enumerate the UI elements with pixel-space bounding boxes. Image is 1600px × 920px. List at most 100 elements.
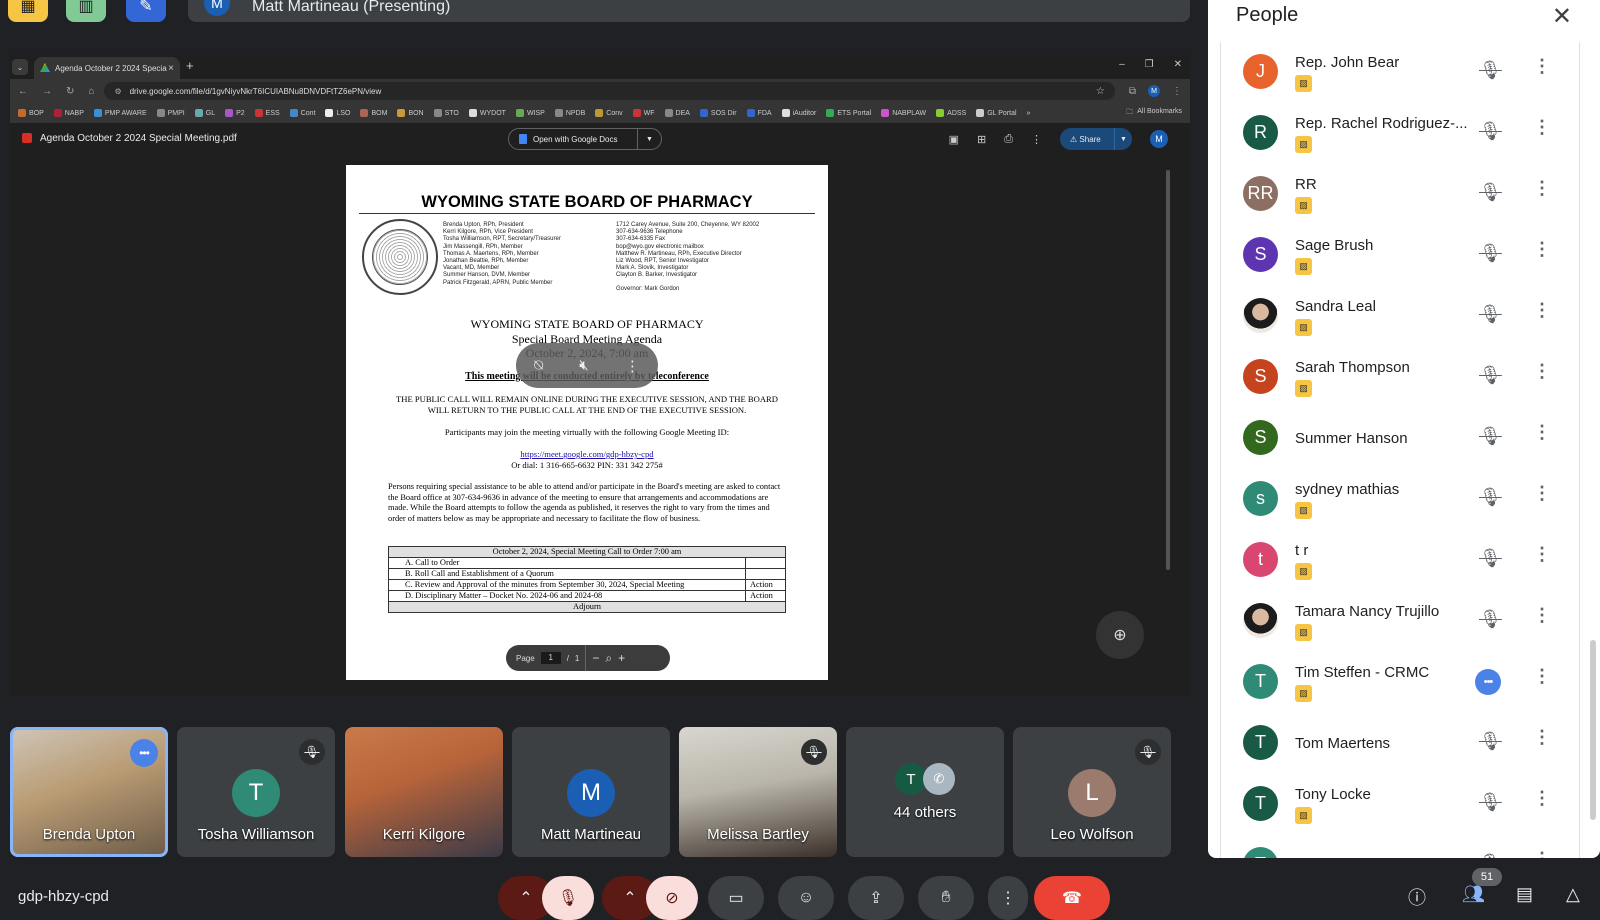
more-options-icon[interactable]: ⋮ xyxy=(625,357,640,375)
leave-call-button[interactable]: ☎ xyxy=(1034,876,1110,920)
bookmark-item[interactable]: Conv xyxy=(595,109,623,117)
bookmarks-overflow-button[interactable]: » xyxy=(1027,110,1031,117)
mic-off-icon[interactable]: 🎙︎ xyxy=(1479,487,1502,508)
bookmark-item[interactable]: iAuditor xyxy=(781,109,816,117)
more-options-button[interactable]: ⋮ xyxy=(988,876,1028,920)
participant-more-button[interactable]: ⋮ xyxy=(1533,666,1551,687)
participant-row[interactable]: Tamara Nancy Trujillo ▨ 🎙︎ ⋮ xyxy=(1221,591,1579,652)
mic-off-icon[interactable]: 🎙︎ xyxy=(1479,60,1502,81)
mic-off-icon[interactable]: 🎙︎ xyxy=(1479,365,1502,386)
bookmark-item[interactable]: BOP xyxy=(18,109,44,117)
page-number-input[interactable]: 1 xyxy=(540,652,561,664)
mic-off-icon[interactable]: 🎙︎ xyxy=(1479,792,1502,813)
mic-off-icon[interactable]: 🎙︎ xyxy=(1479,609,1502,630)
mic-off-icon[interactable]: 🎙︎ xyxy=(1479,731,1502,752)
bookmark-item[interactable]: ESS xyxy=(254,109,280,117)
bookmark-star-icon[interactable]: ☆ xyxy=(1096,86,1105,97)
annotate-app-button[interactable]: ✎ xyxy=(126,0,166,22)
microphone-toggle[interactable]: 🎙︎ xyxy=(542,876,594,920)
zoom-out-button[interactable]: − xyxy=(592,651,599,665)
mic-off-icon[interactable]: 🎙︎ xyxy=(1479,853,1502,858)
zoom-icon[interactable]: ⌕ xyxy=(605,651,612,666)
all-bookmarks-button[interactable]: 🗀 All Bookmarks xyxy=(1126,108,1182,119)
participant-row[interactable]: S Sarah Thompson ▨ 🎙︎ ⋮ xyxy=(1221,347,1579,408)
close-window-icon[interactable]: ✕ xyxy=(1174,59,1182,70)
bookmark-item[interactable]: GL Portal xyxy=(976,109,1017,117)
participant-row[interactable]: s sydney mathias ▨ 🎙︎ ⋮ xyxy=(1221,469,1579,530)
bookmark-item[interactable]: P2 xyxy=(225,109,245,117)
participant-tile[interactable]: M Matt Martineau xyxy=(512,727,670,857)
reactions-button[interactable]: ☺ xyxy=(778,876,834,920)
bookmark-item[interactable]: GL xyxy=(194,109,215,117)
people-button[interactable]: 👥︎ xyxy=(1462,884,1485,905)
bookmark-item[interactable]: PMPI xyxy=(156,109,185,117)
participant-more-button[interactable]: ⋮ xyxy=(1533,544,1551,565)
participant-list-scrollbar[interactable] xyxy=(1590,640,1596,820)
chat-button[interactable]: ▤ xyxy=(1516,884,1533,905)
bookmark-item[interactable]: BON xyxy=(397,109,424,117)
add-to-drive-icon[interactable]: ▣ xyxy=(949,133,959,146)
extensions-icon[interactable]: ⧉ xyxy=(1129,86,1136,97)
participant-more-button[interactable]: ⋮ xyxy=(1533,56,1551,77)
participant-row[interactable]: T Tom Maertens 🎙︎ ⋮ xyxy=(1221,713,1579,774)
participant-more-button[interactable]: ⋮ xyxy=(1533,361,1551,382)
meet-link[interactable]: https://meet.google.com/gdp-hbzy-cpd xyxy=(520,449,653,459)
minimize-icon[interactable]: – xyxy=(1119,59,1125,70)
presenter-bar[interactable]: M Matt Martineau (Presenting) xyxy=(188,0,1190,22)
close-tab-icon[interactable]: × xyxy=(168,63,174,74)
bookmark-item[interactable]: FDA xyxy=(746,109,772,117)
zoom-in-button[interactable]: + xyxy=(618,651,625,665)
bookmark-item[interactable]: WYDOT xyxy=(468,109,506,117)
browser-menu-icon[interactable]: ⋮ xyxy=(1172,86,1182,97)
participant-more-button[interactable]: ⋮ xyxy=(1533,422,1551,443)
participant-more-button[interactable]: ⋮ xyxy=(1533,239,1551,260)
whiteboard-app-button[interactable]: ▦ xyxy=(8,0,48,22)
bookmark-item[interactable]: NABPLAW xyxy=(881,109,926,117)
participant-more-button[interactable]: ⋮ xyxy=(1533,849,1551,858)
back-icon[interactable]: ← xyxy=(18,86,28,97)
bookmark-item[interactable]: Cont xyxy=(289,109,315,117)
participant-tile[interactable]: T 🎙︎ Tosha Williamson xyxy=(177,727,335,857)
participant-row[interactable]: T Tosha Willi... 🎙︎ ⋮ xyxy=(1221,835,1579,858)
participant-more-button[interactable]: ⋮ xyxy=(1533,117,1551,138)
raise-hand-button[interactable]: ✋︎ xyxy=(918,876,974,920)
bookmark-item[interactable]: BOM xyxy=(360,109,387,117)
bookmark-item[interactable]: PMP AWARE xyxy=(93,109,147,117)
viewer-avatar[interactable]: M xyxy=(1150,130,1168,148)
print-icon[interactable]: ⎙ xyxy=(1004,133,1013,146)
participant-more-button[interactable]: ⋮ xyxy=(1533,483,1551,504)
mic-off-icon[interactable]: 🎙︎ xyxy=(1479,243,1502,264)
mic-off-icon[interactable]: 🎙︎ xyxy=(1479,548,1502,569)
bookmark-item[interactable]: WISP xyxy=(515,109,545,117)
mic-off-icon[interactable]: 🎙︎ xyxy=(1479,182,1502,203)
present-button[interactable]: ⇪ xyxy=(848,876,904,920)
info-button[interactable]: ⓘ xyxy=(1408,884,1426,910)
camera-toggle[interactable]: ⊘ xyxy=(646,876,698,920)
tab-search-button[interactable]: ⌄ xyxy=(12,59,28,75)
participant-more-button[interactable]: ⋮ xyxy=(1533,727,1551,748)
open-with-google-docs-button[interactable]: Open with Google Docs ▼ xyxy=(508,128,662,150)
bookmark-item[interactable]: WF xyxy=(632,109,655,117)
bookmark-item[interactable]: NABP xyxy=(53,109,84,117)
participant-more-button[interactable]: ⋮ xyxy=(1533,300,1551,321)
forward-icon[interactable]: → xyxy=(42,86,52,97)
mic-off-icon[interactable]: 🎙︎ xyxy=(1479,304,1502,325)
add-comment-icon[interactable]: ⊞ xyxy=(977,133,986,146)
bookmark-item[interactable]: SOS Dir xyxy=(699,109,737,117)
mic-off-icon[interactable]: 🎙︎ xyxy=(1479,426,1502,447)
participant-tile[interactable]: 🎙︎ Melissa Bartley xyxy=(679,727,837,857)
profile-avatar[interactable]: M xyxy=(1148,85,1160,97)
bookmark-item[interactable]: STO xyxy=(433,109,459,117)
more-actions-icon[interactable]: ⋮ xyxy=(1031,133,1042,146)
participant-more-button[interactable]: ⋮ xyxy=(1533,605,1551,626)
participant-more-button[interactable]: ⋮ xyxy=(1533,178,1551,199)
zoom-fab-button[interactable]: ⊕ xyxy=(1096,611,1144,659)
volume-off-icon[interactable]: 🔇︎ xyxy=(579,357,588,374)
participant-row[interactable]: RR RR ▨ 🎙︎ ⋮ xyxy=(1221,164,1579,225)
bookmark-item[interactable]: LSO xyxy=(325,109,350,117)
reload-icon[interactable]: ↻ xyxy=(66,86,74,97)
restore-icon[interactable]: ❐ xyxy=(1145,59,1154,70)
new-tab-button[interactable]: + xyxy=(186,58,194,73)
open-with-dropdown[interactable]: ▼ xyxy=(637,129,661,149)
url-input[interactable]: ⚙ drive.google.com/file/d/1gvNiyvNkrT6IC… xyxy=(104,82,1115,100)
